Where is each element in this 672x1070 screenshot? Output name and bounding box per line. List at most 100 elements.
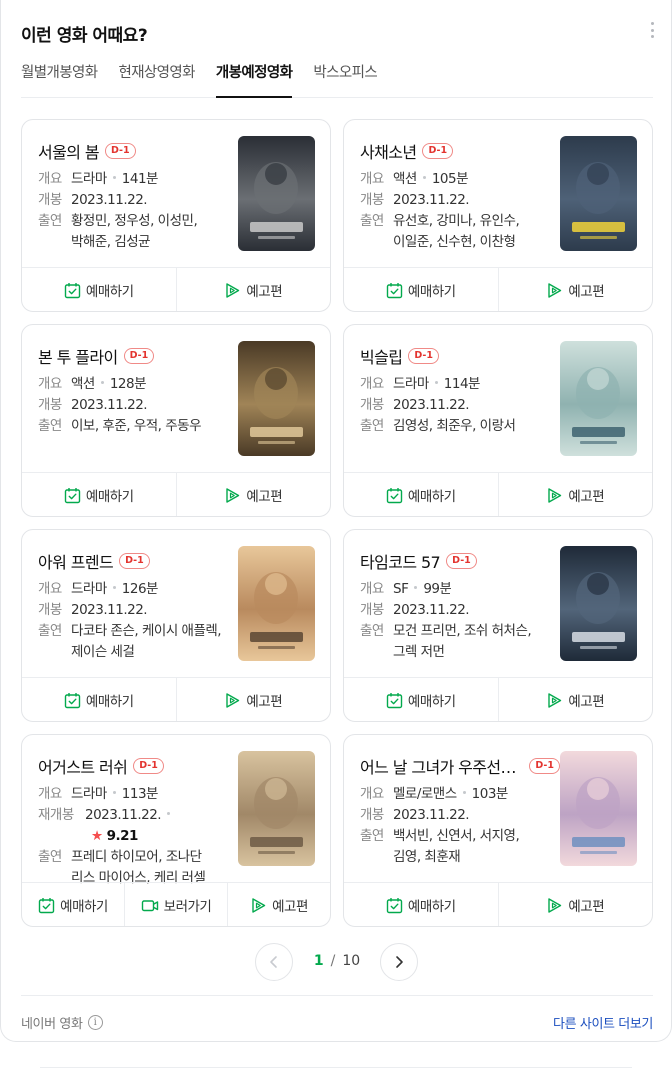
play-icon xyxy=(226,487,240,503)
genre-key: 개요 xyxy=(38,786,62,802)
movie-card-body[interactable]: 본 투 플라이 D-1 개요 액션 128분 개봉 2023.11.22. 출연 이보, 후준,… xyxy=(22,325,330,472)
movie-genre: SF xyxy=(393,581,409,597)
cast-row: 출연 백서빈, 신연서, 서지영, 김영, 최훈재 xyxy=(360,826,550,868)
release-key: 개봉 xyxy=(38,397,62,413)
release-date: 2023.11.22. xyxy=(71,192,148,208)
trailer-button[interactable]: 예고편 xyxy=(497,473,653,516)
movie-card-body[interactable]: 사채소년 D-1 개요 액션 105분 개봉 2023.11.22. 출연 유선호, 강미나, … xyxy=(344,120,652,267)
trailer-button[interactable]: 예고편 xyxy=(497,883,653,926)
movie-poster[interactable] xyxy=(560,751,637,866)
release-key: 개봉 xyxy=(360,397,384,413)
genre-key: 개요 xyxy=(360,786,384,802)
tab-monthly-release[interactable]: 월별개봉영화 xyxy=(21,62,98,97)
movie-recommendation-panel: 이런 영화 어때요? 월별개봉영화 현재상영영화 개봉예정영화 박스오피스 서울… xyxy=(0,0,672,1042)
movie-poster[interactable] xyxy=(238,341,315,456)
cast-key: 출연 xyxy=(360,418,384,434)
release-row: 개봉 2023.11.22. xyxy=(360,600,550,621)
trailer-button[interactable]: 예고편 xyxy=(175,473,331,516)
movie-card-body[interactable]: 서울의 봄 D-1 개요 드라마 141분 개봉 2023.11.22. 출연 황정민, 정우성… xyxy=(22,120,330,267)
movie-card-body[interactable]: 아워 프렌드 D-1 개요 드라마 126분 개봉 2023.11.22. 출연 다코타 존슨,… xyxy=(22,530,330,677)
tab-box-office[interactable]: 박스오피스 xyxy=(313,62,377,97)
trailer-button[interactable]: 예고편 xyxy=(497,268,653,311)
tab-now-showing[interactable]: 현재상영영화 xyxy=(118,62,195,97)
reserve-button[interactable]: 예매하기 xyxy=(22,268,176,311)
cast-row: 출연 황정민, 정우성, 이성민, 박해준, 김성균 xyxy=(38,211,228,253)
movie-genre: 액션 xyxy=(393,171,417,187)
trailer-button[interactable]: 예고편 xyxy=(175,678,331,721)
tab-upcoming[interactable]: 개봉예정영화 xyxy=(215,62,293,98)
reserve-button[interactable]: 예매하기 xyxy=(22,473,176,516)
movie-title-row: 본 투 플라이 D-1 xyxy=(38,344,155,368)
reserve-button[interactable]: 예매하기 xyxy=(344,473,498,516)
trailer-button[interactable]: 예고편 xyxy=(227,883,330,926)
genre-key: 개요 xyxy=(38,581,62,597)
dday-badge: D-1 xyxy=(104,143,136,159)
more-sites-link[interactable]: 다른 사이트 더보기 xyxy=(553,1013,653,1032)
release-key: 개봉 xyxy=(38,602,62,618)
movie-info: 개요 드라마 114분 개봉 2023.11.22. 출연 김영성, 최준우, 이랑서 xyxy=(360,374,550,437)
card-actions: 예매하기 예고편 xyxy=(22,267,331,311)
calendar-check-icon xyxy=(64,487,81,503)
genre-row: 개요 드라마 114분 xyxy=(360,374,550,395)
cast-key: 출연 xyxy=(38,418,62,434)
movie-runtime: 99분 xyxy=(423,581,452,597)
card-actions: 예매하기 예고편 xyxy=(22,472,331,516)
movie-genre: 드라마 xyxy=(71,171,107,187)
release-key: 개봉 xyxy=(360,192,384,208)
calendar-check-icon xyxy=(38,897,55,913)
reserve-button[interactable]: 예매하기 xyxy=(344,268,498,311)
movie-runtime: 103분 xyxy=(471,786,508,802)
release-date: 2023.11.22. xyxy=(71,397,148,413)
movie-poster[interactable] xyxy=(238,136,315,251)
movie-poster[interactable] xyxy=(560,341,637,456)
prev-page-button[interactable] xyxy=(255,943,293,981)
current-page: 1 xyxy=(313,953,324,969)
reserve-label: 예매하기 xyxy=(407,489,456,505)
watch-label: 보러가기 xyxy=(163,899,212,915)
movie-info: 개요 액션 128분 개봉 2023.11.22. 출연 이보, 후준, 우적, 주동우 xyxy=(38,374,228,437)
more-options-icon[interactable] xyxy=(649,22,655,38)
card-actions: 예매하기 예고편 xyxy=(344,267,653,311)
movie-title-row: 빅슬립 D-1 xyxy=(360,344,439,368)
reserve-button[interactable]: 예매하기 xyxy=(22,883,124,926)
calendar-check-icon xyxy=(386,487,403,503)
movie-title: 서울의 봄 xyxy=(38,143,99,162)
page-indicator: 1 / 10 xyxy=(301,953,373,969)
movie-poster[interactable] xyxy=(560,136,637,251)
reserve-button[interactable]: 예매하기 xyxy=(344,883,498,926)
movie-card-body[interactable]: 어느 날 그녀가 우주선을 타고 왔다 D-1 개요 멜로/로맨스 103분개봉 2023… xyxy=(344,735,652,882)
movie-cast: 유선호, 강미나, 유인수, 이일준, 신수현, 이찬형 xyxy=(393,213,520,250)
movie-cast: 황정민, 정우성, 이성민, 박해준, 김성균 xyxy=(71,213,198,250)
next-page-button[interactable] xyxy=(380,943,418,981)
cast-key: 출연 xyxy=(38,213,62,229)
movie-card: 사채소년 D-1 개요 액션 105분 개봉 2023.11.22. 출연 유선호, 강미나, … xyxy=(343,119,653,312)
release-row: 개봉 2023.11.22. xyxy=(360,805,550,826)
movie-card: 어느 날 그녀가 우주선을 타고 왔다 D-1 개요 멜로/로맨스 103분개봉 2023… xyxy=(343,734,653,927)
card-actions: 예매하기 예고편 xyxy=(344,677,653,721)
movie-card-body[interactable]: 타임코드 57 D-1 개요 SF 99분 개봉 2023.11.22. 출연 모건 프리먼, … xyxy=(344,530,652,677)
trailer-button[interactable]: 예고편 xyxy=(497,678,653,721)
reserve-button[interactable]: 예매하기 xyxy=(344,678,498,721)
movie-card: 아워 프렌드 D-1 개요 드라마 126분 개봉 2023.11.22. 출연 다코타 존슨,… xyxy=(21,529,331,722)
movie-card: 어거스트 러쉬 D-1 개요 드라마 113분 재개봉 2023.11.22.★ 9.21 출연… xyxy=(21,734,331,927)
panel-footer: 네이버 영화 i 다른 사이트 더보기 xyxy=(21,995,653,1042)
movie-cast: 다코타 존슨, 케이시 애플렉, 제이슨 세걸 xyxy=(71,623,222,660)
cast-row: 출연 김영성, 최준우, 이랑서 xyxy=(360,416,550,437)
release-key: 개봉 xyxy=(360,602,384,618)
card-actions: 예매하기 예고편 xyxy=(344,882,653,926)
movie-poster[interactable] xyxy=(238,546,315,661)
movie-runtime: 105분 xyxy=(431,171,469,187)
movie-info: 개요 드라마 141분 개봉 2023.11.22. 출연 황정민, 정우성, 이성민, 박… xyxy=(38,169,228,253)
movie-title: 본 투 플라이 xyxy=(38,348,118,367)
reserve-button[interactable]: 예매하기 xyxy=(22,678,176,721)
release-row: 개봉 2023.11.22. xyxy=(38,395,228,416)
movie-poster[interactable] xyxy=(238,751,315,866)
movie-card-body[interactable]: 빅슬립 D-1 개요 드라마 114분 개봉 2023.11.22. 출연 김영성, 최준우, … xyxy=(344,325,652,472)
movie-card-body[interactable]: 어거스트 러쉬 D-1 개요 드라마 113분 재개봉 2023.11.22.★ 9.21 출연… xyxy=(22,735,330,886)
info-icon[interactable]: i xyxy=(87,1015,103,1030)
trailer-button[interactable]: 예고편 xyxy=(175,268,331,311)
movie-poster[interactable] xyxy=(560,546,637,661)
genre-row: 개요 액션 105분 xyxy=(360,169,550,190)
trailer-label: 예고편 xyxy=(568,899,605,915)
watch-button[interactable]: 보러가기 xyxy=(124,883,227,926)
